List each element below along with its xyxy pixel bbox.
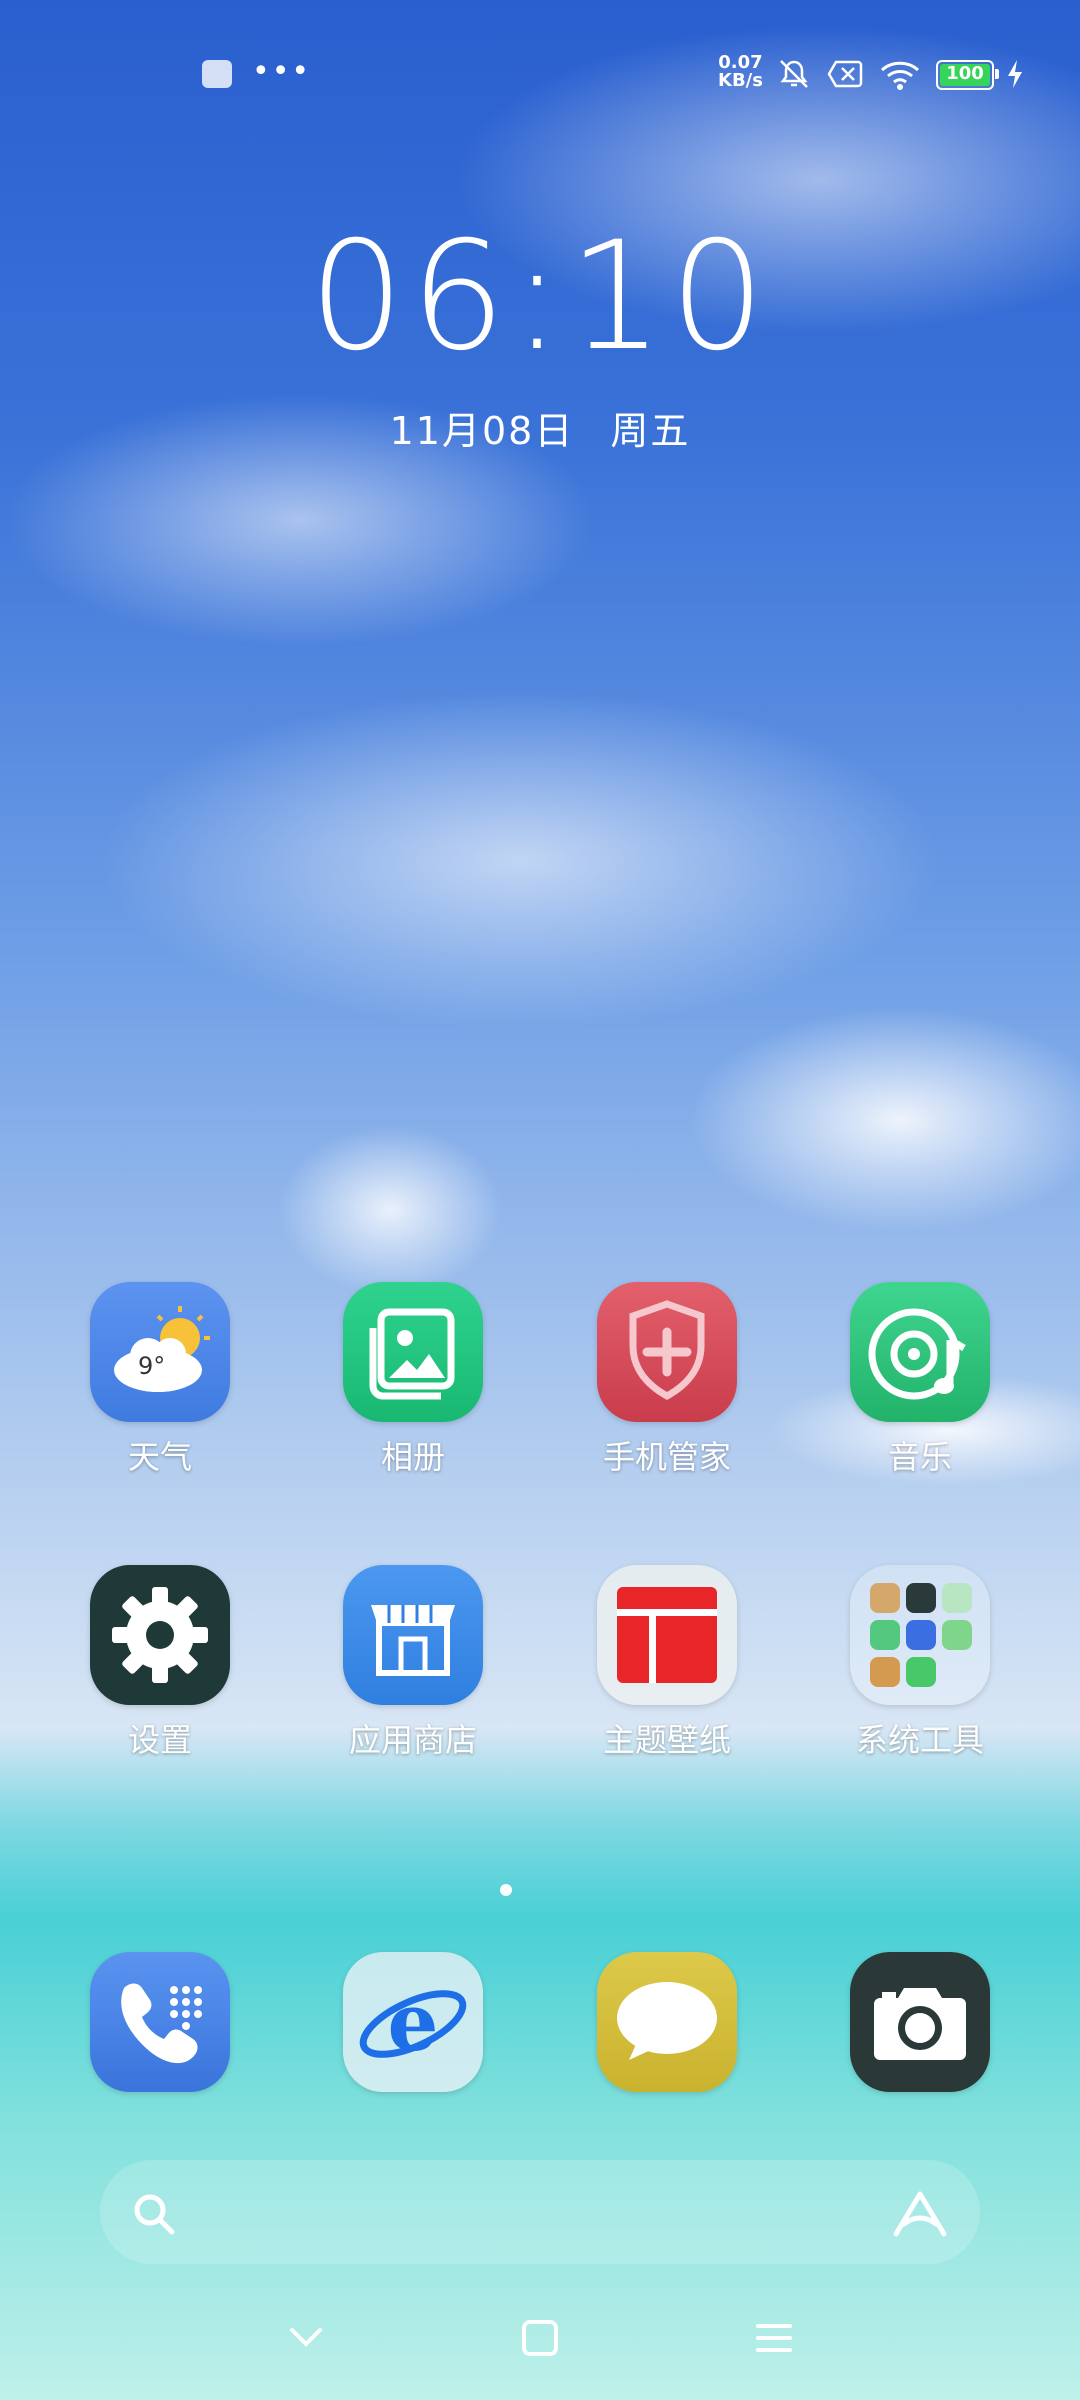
app-phone-manager[interactable]: 手机管家 bbox=[567, 1282, 767, 1478]
bell-muted-icon bbox=[780, 60, 808, 88]
browser-icon: e bbox=[343, 1952, 483, 2092]
dock-browser[interactable]: e bbox=[313, 1952, 513, 2092]
date-text: 11月08日 bbox=[389, 409, 575, 453]
network-speed: 0.07 KB/s bbox=[718, 54, 763, 90]
folder-system-tools[interactable]: 系统工具 bbox=[820, 1565, 1020, 1761]
gallery-icon bbox=[343, 1282, 483, 1422]
charging-icon bbox=[1008, 60, 1022, 88]
battery-level: 100 bbox=[946, 63, 984, 84]
app-settings[interactable]: 设置 bbox=[60, 1565, 260, 1761]
app-label: 手机管家 bbox=[602, 1438, 731, 1476]
music-icon bbox=[850, 1282, 990, 1422]
app-label: 天气 bbox=[127, 1438, 192, 1476]
settings-icon bbox=[90, 1565, 230, 1705]
weekday-text: 周五 bbox=[610, 409, 691, 453]
clock-time[interactable]: 06:10 bbox=[0, 210, 1080, 384]
dock-phone[interactable] bbox=[60, 1952, 260, 2092]
app-gallery[interactable]: 相册 bbox=[313, 1282, 513, 1478]
app-label: 应用商店 bbox=[348, 1721, 477, 1759]
app-themes[interactable]: 主题壁纸 bbox=[567, 1565, 767, 1761]
network-speed-unit: KB/s bbox=[718, 70, 763, 91]
system-tools-folder-icon bbox=[850, 1565, 990, 1705]
chevron-down-icon[interactable] bbox=[286, 2318, 326, 2358]
clock-date[interactable]: 11月08日 周五 bbox=[0, 400, 1080, 455]
weather-icon: 9° bbox=[90, 1282, 230, 1422]
menu-icon[interactable] bbox=[754, 2318, 794, 2358]
more-notifications-icon: ••• bbox=[252, 54, 312, 89]
phone-manager-icon bbox=[597, 1282, 737, 1422]
wifi-icon bbox=[880, 61, 920, 90]
messages-icon bbox=[597, 1952, 737, 2092]
camera-icon bbox=[850, 1952, 990, 2092]
app-label: 主题壁纸 bbox=[602, 1721, 731, 1759]
app-label: 设置 bbox=[127, 1721, 192, 1759]
dock-camera[interactable] bbox=[820, 1952, 1020, 2092]
search-bar[interactable] bbox=[100, 2160, 980, 2264]
app-label: 音乐 bbox=[887, 1438, 952, 1476]
weather-temp: 9° bbox=[138, 1352, 166, 1380]
app-label: 相册 bbox=[380, 1438, 445, 1476]
home-button-icon[interactable] bbox=[520, 2318, 560, 2358]
svg-text:e: e bbox=[388, 1975, 439, 2069]
assistant-icon[interactable] bbox=[890, 2188, 950, 2240]
search-icon bbox=[134, 2194, 175, 2235]
app-store-icon bbox=[343, 1565, 483, 1705]
app-store[interactable]: 应用商店 bbox=[313, 1565, 513, 1761]
app-music[interactable]: 音乐 bbox=[820, 1282, 1020, 1478]
phone-icon bbox=[90, 1952, 230, 2092]
navigation-bar bbox=[0, 2310, 1080, 2370]
app-label: 系统工具 bbox=[855, 1721, 984, 1759]
page-indicator-dot bbox=[500, 1884, 512, 1896]
dock-messages[interactable] bbox=[567, 1952, 767, 2092]
status-bar: ••• 0.07 KB/s 100 bbox=[0, 48, 1080, 98]
app-weather[interactable]: 9° 天气 bbox=[60, 1282, 260, 1478]
battery-indicator: 100 bbox=[936, 60, 999, 90]
themes-icon bbox=[597, 1565, 737, 1705]
no-sim-icon bbox=[827, 60, 863, 88]
android-debug-icon bbox=[202, 60, 232, 88]
